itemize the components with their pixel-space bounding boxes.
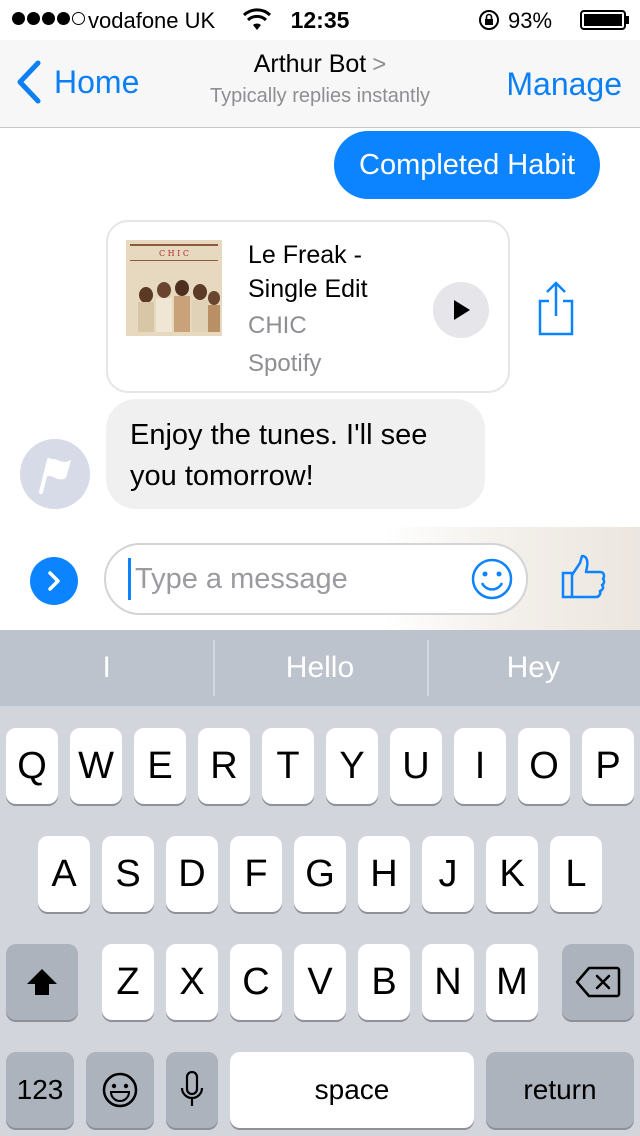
play-icon xyxy=(454,300,470,320)
message-input[interactable]: Type a message xyxy=(104,543,528,615)
key-h[interactable]: H xyxy=(358,836,410,912)
key-g[interactable]: G xyxy=(294,836,346,912)
key-v[interactable]: V xyxy=(294,944,346,1020)
chevron-right-icon: > xyxy=(372,51,387,78)
artist-name: CHIC xyxy=(248,312,307,339)
key-u[interactable]: U xyxy=(390,728,442,804)
suggestion-2[interactable]: Hello xyxy=(213,630,426,706)
status-bar: vodafone UK 12:35 93% xyxy=(0,0,640,40)
key-p[interactable]: P xyxy=(582,728,634,804)
message-composer: Type a message xyxy=(0,527,640,630)
key-c[interactable]: C xyxy=(230,944,282,1020)
key-o[interactable]: O xyxy=(518,728,570,804)
microphone-icon xyxy=(180,1070,204,1106)
album-art: C H I C xyxy=(126,240,222,336)
delete-key[interactable] xyxy=(562,944,634,1020)
back-button[interactable]: Home xyxy=(14,60,139,104)
predictive-text-bar: I Hello Hey xyxy=(0,630,640,706)
share-icon[interactable] xyxy=(534,279,578,337)
message-list[interactable]: Completed Habit C H I C Le Freak - Singl… xyxy=(0,129,640,527)
music-card[interactable]: C H I C Le Freak - Single Edit CHIC Spot… xyxy=(106,220,510,393)
key-y[interactable]: Y xyxy=(326,728,378,804)
numbers-key[interactable]: 123 xyxy=(6,1052,74,1128)
key-e[interactable]: E xyxy=(134,728,186,804)
key-t[interactable]: T xyxy=(262,728,314,804)
svg-text:C H I C: C H I C xyxy=(159,249,189,258)
shift-icon xyxy=(27,969,57,995)
emoji-key[interactable] xyxy=(86,1052,154,1128)
expand-button[interactable] xyxy=(30,557,78,605)
play-button[interactable] xyxy=(433,282,489,338)
conversation-title: Arthur Bot > xyxy=(253,50,387,78)
thumbs-up-icon[interactable] xyxy=(560,553,608,601)
key-x[interactable]: X xyxy=(166,944,218,1020)
key-r[interactable]: R xyxy=(198,728,250,804)
key-i[interactable]: I xyxy=(454,728,506,804)
key-w[interactable]: W xyxy=(70,728,122,804)
suggestion-3[interactable]: Hey xyxy=(426,630,640,706)
chevron-left-icon xyxy=(17,60,41,104)
key-n[interactable]: N xyxy=(422,944,474,1020)
conversation-header[interactable]: Arthur Bot > Typically replies instantly xyxy=(150,50,490,108)
outgoing-message[interactable]: Completed Habit xyxy=(334,131,600,199)
battery-icon xyxy=(580,10,629,30)
key-j[interactable]: J xyxy=(422,836,474,912)
navigation-bar: Home Arthur Bot > Typically replies insta… xyxy=(0,40,640,128)
battery-percentage: 93% xyxy=(508,8,553,33)
key-k[interactable]: K xyxy=(486,836,538,912)
suggestion-1[interactable]: I xyxy=(0,630,213,706)
shift-key[interactable] xyxy=(6,944,78,1020)
key-m[interactable]: M xyxy=(486,944,538,1020)
smiley-icon[interactable] xyxy=(470,557,514,601)
message-placeholder: Type a message xyxy=(135,562,348,595)
song-title: Le Freak - Single Edit xyxy=(248,241,368,303)
manage-button[interactable]: Manage xyxy=(506,66,622,103)
conversation-subtitle: Typically replies instantly xyxy=(209,85,431,107)
keyboard: Q W E R T Y U I O P A S D F G H J K L Z … xyxy=(0,706,640,1136)
flag-icon xyxy=(39,458,71,494)
emoji-icon xyxy=(102,1072,138,1108)
key-f[interactable]: F xyxy=(230,836,282,912)
music-source: Spotify xyxy=(248,350,322,377)
chevron-right-icon xyxy=(48,571,60,591)
key-d[interactable]: D xyxy=(166,836,218,912)
microphone-key[interactable] xyxy=(166,1052,218,1128)
incoming-message[interactable]: Enjoy the tunes. I'll see you tomorrow! xyxy=(106,399,485,509)
key-s[interactable]: S xyxy=(102,836,154,912)
back-label: Home xyxy=(54,63,140,100)
space-key[interactable]: space xyxy=(230,1052,474,1128)
key-z[interactable]: Z xyxy=(102,944,154,1020)
key-q[interactable]: Q xyxy=(6,728,58,804)
bot-avatar[interactable] xyxy=(20,439,90,509)
orientation-lock-icon xyxy=(479,10,499,30)
text-cursor xyxy=(128,558,131,600)
backspace-icon xyxy=(575,966,621,998)
key-l[interactable]: L xyxy=(550,836,602,912)
key-a[interactable]: A xyxy=(38,836,90,912)
key-b[interactable]: B xyxy=(358,944,410,1020)
return-key[interactable]: return xyxy=(486,1052,634,1128)
